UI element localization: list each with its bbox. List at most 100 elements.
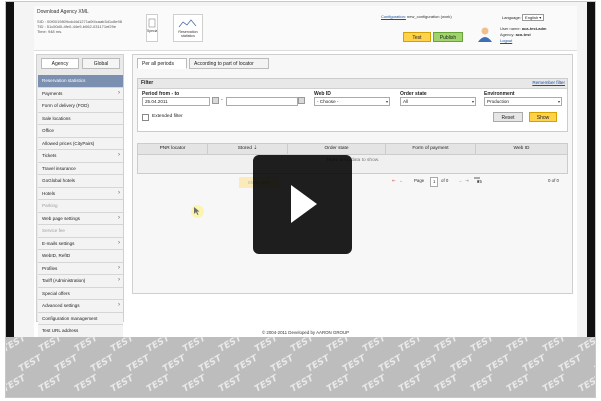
column-pnr-locator[interactable]: PNR locator: [138, 144, 208, 154]
watermark-word: TEST: [541, 337, 568, 355]
watermark-word: TEST: [37, 373, 64, 395]
user-name-value: aca-test-adm: [521, 26, 547, 31]
mouse-cursor-highlight: [191, 205, 204, 218]
sidebar-item-configuration-management[interactable]: Configuration management: [38, 312, 123, 325]
watermark-word: TEST: [89, 353, 116, 375]
tab-per-all-periods[interactable]: Per all periods: [137, 58, 187, 69]
sidebar-item-allowed-prices[interactable]: Allowed prices (CityPairs): [38, 137, 123, 150]
video-play-button[interactable]: [253, 155, 352, 254]
first-page-icon[interactable]: ⇤: [392, 177, 396, 185]
publish-button[interactable]: Publish: [433, 32, 463, 42]
sidebar-item-tariff[interactable]: Tariff (Administration) ›: [38, 275, 123, 288]
sidebar-item-web-page-settings[interactable]: Web page settings ›: [38, 212, 123, 225]
watermark-word: TEST: [233, 353, 260, 375]
extended-filter-checkbox[interactable]: [142, 114, 149, 121]
watermark-word: TEST: [289, 337, 316, 355]
extended-filter-label: Extended filter: [152, 114, 183, 119]
watermark-word: TEST: [145, 373, 172, 395]
column-web-id[interactable]: Web ID: [476, 144, 567, 154]
main-content: Per all periods According to part of loc…: [132, 54, 573, 294]
chevron-right-icon: ›: [118, 89, 120, 96]
test-env-button[interactable]: Test: [403, 32, 431, 42]
configuration-link[interactable]: Configuration:: [381, 14, 406, 19]
sidebar-item-tickets[interactable]: Tickets ›: [38, 150, 123, 163]
sidebar-item-travel-insurance[interactable]: Travel insurance: [38, 162, 123, 175]
mouse-pointer-icon: [194, 207, 200, 215]
show-button[interactable]: Show: [529, 112, 557, 122]
chevron-down-icon: ▾: [477, 179, 480, 184]
watermark-word: TEST: [181, 337, 208, 355]
order-state-value: All: [403, 99, 409, 104]
sidebar-item-profiles[interactable]: Profiles ›: [38, 262, 123, 275]
sidebar-item-sale-locations[interactable]: Sale locations: [38, 112, 123, 125]
sidebar-item-office[interactable]: Office: [38, 125, 123, 138]
configuration-info: Configuration: new_configuration (work): [381, 14, 452, 19]
chevron-right-icon: ›: [118, 264, 120, 271]
column-form-of-payment[interactable]: Form of payment: [386, 144, 476, 154]
remember-filter-link[interactable]: Remember filter: [532, 80, 565, 85]
reservation-statistics-tile[interactable]: Reservation statistics: [173, 14, 203, 42]
calendar-icon[interactable]: [298, 97, 305, 104]
watermark-word: TEST: [397, 373, 424, 395]
reset-button[interactable]: Reset: [493, 112, 523, 122]
watermark-word: TEST: [73, 337, 100, 355]
sidebar-item-goglobal-hotels[interactable]: GoGlobal hotels: [38, 175, 123, 188]
chevron-down-icon: ▾: [539, 15, 542, 20]
column-stored[interactable]: Stored ⇣: [208, 144, 288, 154]
language-label: Language:: [502, 15, 521, 20]
special-offers-tile-label: Special offers: [147, 29, 157, 33]
watermark-word: TEST: [485, 353, 512, 375]
language-value: English: [525, 15, 539, 20]
sidebar-item-reservation-statistics[interactable]: Reservation statistics: [38, 75, 123, 88]
results-grid: PNR locator Stored ⇣ Order state Form of…: [137, 143, 568, 174]
watermark-word: TEST: [53, 353, 80, 375]
date-to-input[interactable]: [226, 97, 298, 106]
next-page-icon[interactable]: →: [458, 177, 462, 185]
chevron-down-icon: ▾: [557, 99, 560, 104]
watermark-word: TEST: [325, 373, 352, 395]
page-label: Page: [414, 178, 425, 183]
language-select[interactable]: English ▾: [522, 14, 545, 21]
sidebar: Agency Global Reservation statistics Pay…: [36, 54, 124, 338]
date-from-input[interactable]: 25.04.2011: [142, 97, 210, 106]
page-size-select[interactable]: 25 ▾: [474, 177, 482, 184]
watermark-word: TEST: [109, 373, 136, 395]
tab-according-to-locator[interactable]: According to part of locator: [189, 58, 269, 69]
watermark-word: TEST: [505, 373, 532, 395]
special-offers-tile[interactable]: Special offers: [146, 14, 158, 42]
chevron-right-icon: ›: [118, 239, 120, 246]
webid-select[interactable]: - Choose - ▾: [314, 97, 390, 106]
environment-select[interactable]: Production ▾: [484, 97, 562, 106]
sidebar-item-emails-settings[interactable]: E-mails settings ›: [38, 237, 123, 250]
tab-global[interactable]: Global: [82, 58, 120, 69]
watermark-word: TEST: [433, 373, 460, 395]
tab-agency[interactable]: Agency: [41, 58, 79, 69]
date-separator: -: [221, 97, 223, 103]
watermark-word: TEST: [469, 373, 496, 395]
prev-page-icon[interactable]: ←: [399, 177, 403, 185]
sidebar-item-advanced-settings[interactable]: Advanced settings ›: [38, 300, 123, 313]
last-page-icon[interactable]: ⇥: [465, 177, 469, 185]
watermark-word: TEST: [577, 337, 596, 355]
column-order-state[interactable]: Order state: [288, 144, 386, 154]
sidebar-item-webid-refid[interactable]: WebID, RefID: [38, 250, 123, 263]
watermark-word: TEST: [377, 353, 404, 375]
user-avatar-icon: [478, 27, 492, 42]
logout-link[interactable]: Logout: [500, 38, 512, 43]
watermark-word: TEST: [6, 337, 28, 355]
order-state-select[interactable]: All ▾: [400, 97, 476, 106]
watermark-word: TEST: [37, 337, 64, 355]
sidebar-item-payments[interactable]: Payments ›: [38, 87, 123, 100]
calendar-icon[interactable]: [212, 97, 219, 104]
sidebar-item-form-of-delivery[interactable]: Form of delivery (FOD): [38, 100, 123, 113]
watermark-word: TEST: [289, 373, 316, 395]
sidebar-item-special-offers[interactable]: Special offers: [38, 287, 123, 300]
of-pages: of 0: [441, 178, 449, 183]
chevron-down-icon: ▾: [471, 99, 474, 104]
watermark-word: TEST: [253, 337, 280, 355]
sidebar-item-hotels[interactable]: Hotels ›: [38, 187, 123, 200]
watermark-word: TEST: [109, 337, 136, 355]
page-input[interactable]: 1: [430, 177, 439, 187]
test-watermark-band: TEST TEST TEST TEST TEST TEST TEST TEST TEST TEST…: [6, 337, 596, 397]
sidebar-tabs: Agency Global: [41, 58, 121, 69]
